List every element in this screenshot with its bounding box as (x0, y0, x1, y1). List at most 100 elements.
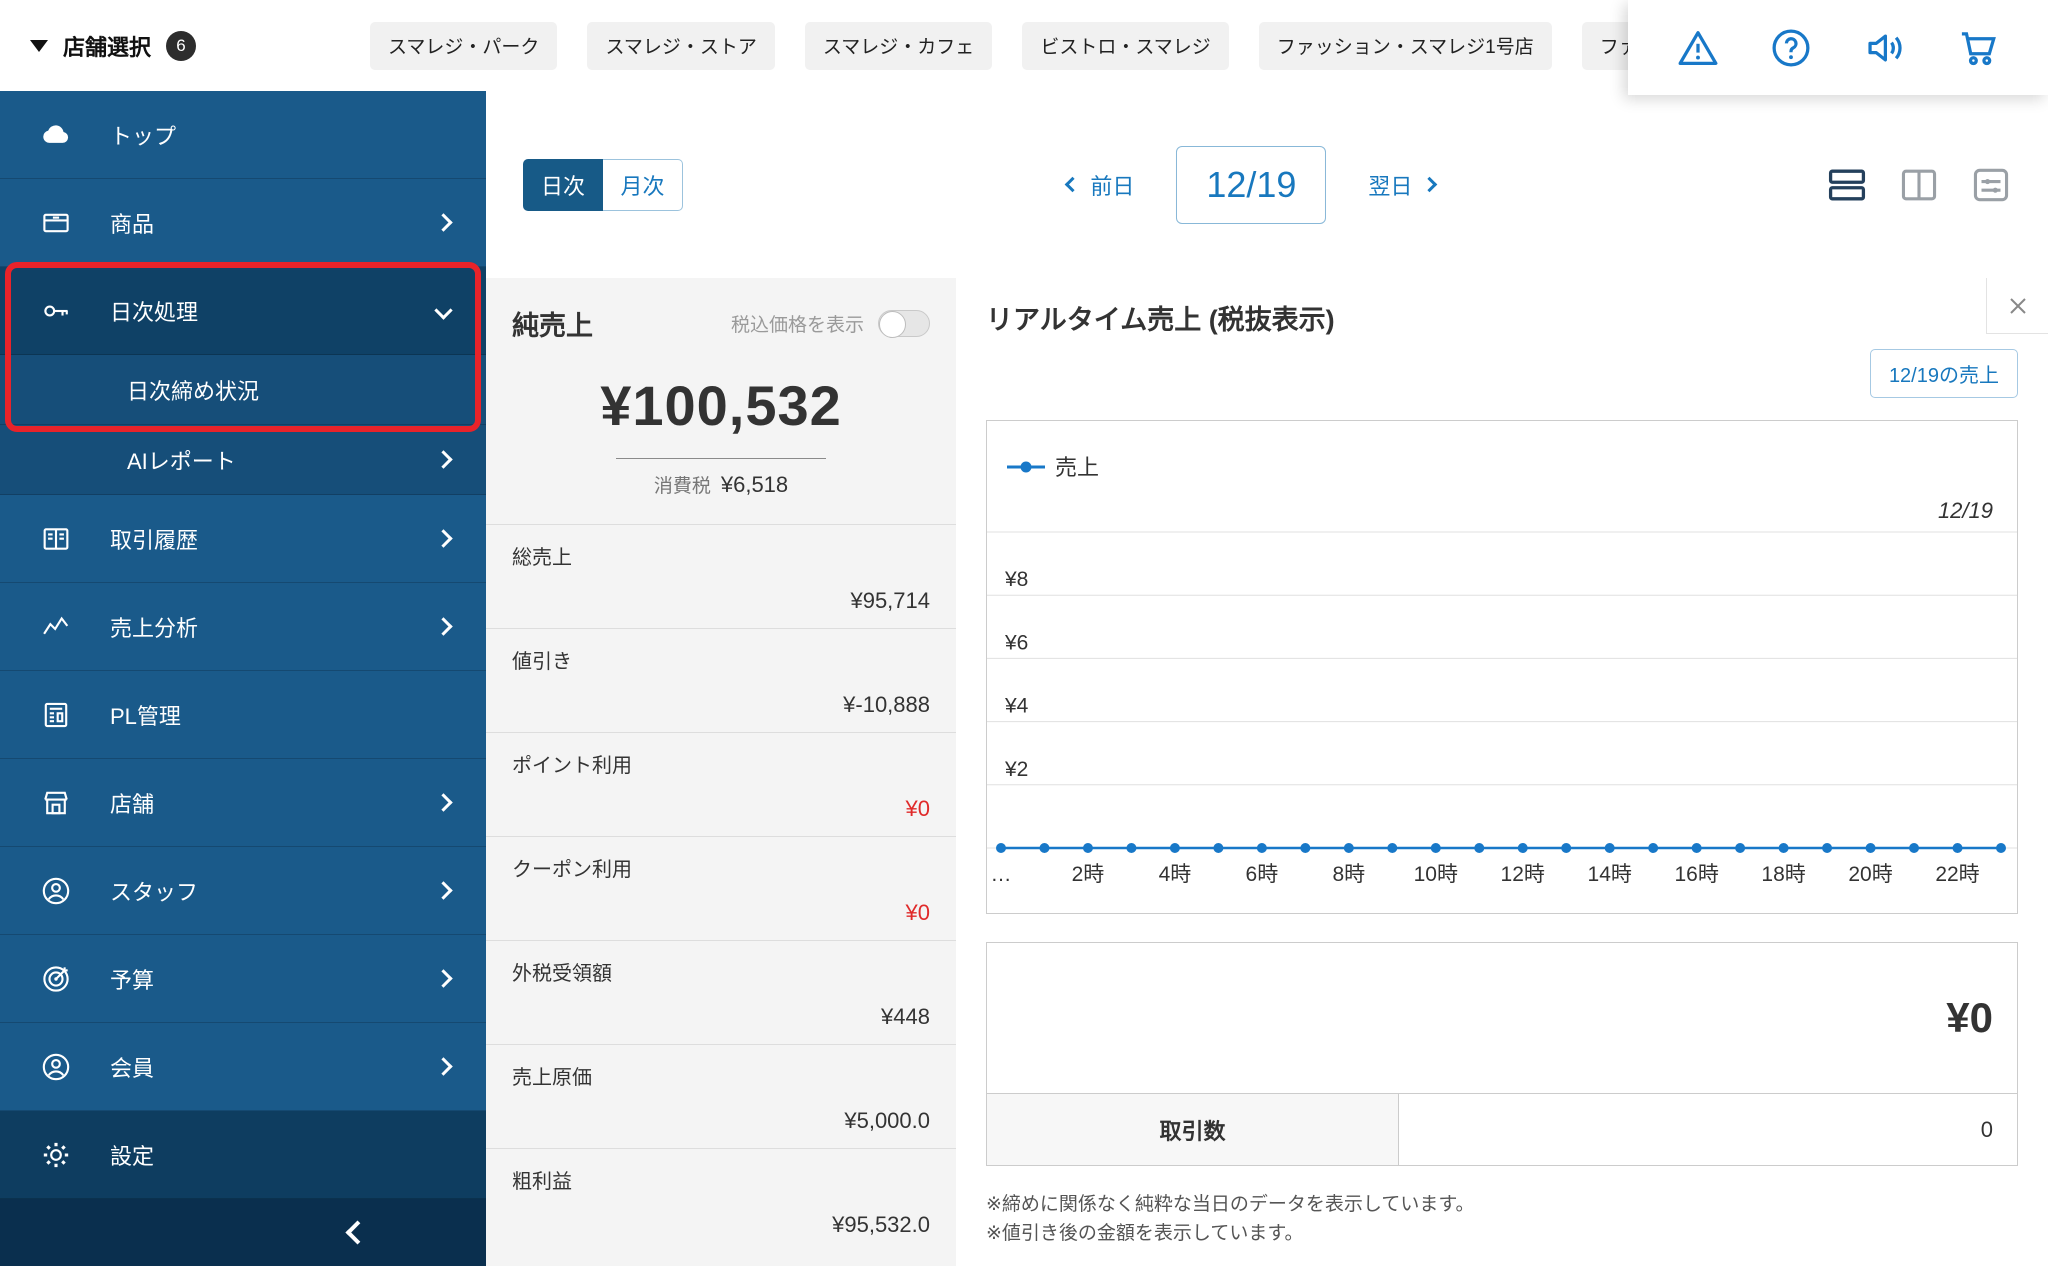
announcement-icon[interactable] (1862, 25, 1908, 71)
layout-rows-icon[interactable] (1826, 166, 1868, 204)
row-label: 売上原価 (512, 1067, 592, 1089)
period-segmented-control: 日次 月次 (523, 158, 683, 211)
chevron-right-icon (1422, 176, 1438, 193)
store-tab[interactable]: スマレジ・ストア (587, 21, 775, 70)
store-tab[interactable]: スマレジ・パーク (370, 21, 558, 70)
target-icon (36, 962, 76, 996)
svg-text:12/19: 12/19 (1938, 498, 1993, 523)
row-label: 総売上 (512, 547, 572, 569)
collapse-sidebar-button[interactable] (0, 1199, 486, 1266)
sidebar-item-ai-report[interactable]: AIレポート (0, 425, 486, 495)
next-day-button[interactable]: 翌日 (1368, 169, 1438, 201)
sidebar-item-label: PL管理 (110, 703, 181, 729)
svg-text:6時: 6時 (1246, 863, 1279, 886)
store-tab[interactable]: スマレジ・カフェ (804, 21, 993, 70)
dashboard-content: 純売上 税込価格を表示 ¥100,532 消費税 ¥6,518 総売上 ¥95,7… (486, 278, 2048, 1266)
person-icon (36, 874, 76, 908)
summary-row: ポイント利用 ¥0 (486, 732, 956, 836)
svg-text:¥4: ¥4 (1004, 695, 1029, 718)
chevron-right-icon (434, 1057, 453, 1076)
svg-text:¥6: ¥6 (1004, 631, 1028, 654)
sidebar-item-transaction-history[interactable]: 取引履歴 (0, 495, 486, 583)
daily-tab[interactable]: 日次 (523, 158, 603, 211)
cart-icon[interactable] (1955, 25, 2001, 71)
chevron-down-icon (434, 301, 453, 320)
chevron-left-icon (345, 1220, 370, 1245)
prev-day-button[interactable]: 前日 (1065, 169, 1134, 201)
sidebar-item-label: トップ (110, 123, 177, 149)
row-label: 粗利益 (512, 1171, 572, 1193)
sidebar-item-members[interactable]: 会員 (0, 1023, 486, 1111)
net-sales-amount: ¥100,532 (600, 374, 842, 437)
key-icon (36, 294, 76, 328)
help-icon[interactable] (1768, 25, 1814, 71)
cloud-icon (36, 118, 76, 152)
row-label: 外税受領額 (512, 963, 612, 985)
net-sales-header: 純売上 税込価格を表示 ¥100,532 消費税 ¥6,518 (486, 278, 956, 524)
ledger-icon (36, 522, 76, 556)
sidebar-item-sales-analysis[interactable]: 売上分析 (0, 583, 486, 671)
sidebar-item-top[interactable]: トップ (0, 91, 486, 179)
row-value: ¥5,000.0 (844, 1108, 930, 1133)
sidebar-item-store[interactable]: 店舗 (0, 759, 486, 847)
svg-text:10時: 10時 (1414, 863, 1458, 886)
row-label: 値引き (512, 651, 572, 673)
store-count-badge: 6 (166, 30, 197, 61)
main-content: 日次 月次 前日 12/19 翌日 純売上 税込価格を表示 ¥100,532 消… (486, 91, 2048, 1266)
summary-row: 粗利益 ¥95,532.0 (486, 1148, 956, 1252)
date-navigation: 前日 12/19 翌日 (1065, 145, 1438, 224)
sidebar-item-budget[interactable]: 予算 (0, 935, 486, 1023)
sidebar-item-label: スタッフ (110, 879, 199, 905)
svg-text:2時: 2時 (1072, 863, 1105, 886)
display-settings-icon[interactable] (1970, 166, 2012, 204)
footnote: ※値引き後の金額を表示しています。 (986, 1223, 1304, 1245)
sidebar-item-daily-processing[interactable]: 日次処理 (0, 267, 486, 355)
caret-down-icon (30, 39, 48, 52)
realtime-sales-title: リアルタイム売上 (税抜表示) (986, 305, 1335, 335)
alert-icon[interactable] (1675, 25, 1721, 71)
document-calc-icon (36, 698, 76, 732)
layout-columns-icon[interactable] (1898, 166, 1940, 204)
row-value: ¥95,532.0 (832, 1212, 930, 1237)
sidebar: トップ 商品 日次処理 日次締め状況 AIレポート 取引履歴 売上分析 PL管理… (0, 91, 486, 1266)
footnotes: ※締めに関係なく純粋な当日のデータを表示しています。 ※値引き後の金額を表示して… (986, 1190, 2018, 1249)
tax-toggle-label: 税込価格を表示 (730, 315, 864, 336)
consumption-tax-label: 消費税 (653, 476, 711, 497)
svg-text:8時: 8時 (1332, 863, 1365, 886)
transactions-count-label: 取引数 (987, 1094, 1399, 1165)
sidebar-item-label: 売上分析 (110, 615, 199, 641)
sidebar-item-staff[interactable]: スタッフ (0, 847, 486, 935)
sidebar-item-label: 日次締め状況 (127, 378, 260, 404)
store-tab[interactable]: ファッション・スマレジ1号店 (1258, 21, 1552, 70)
gear-icon (36, 1138, 76, 1172)
sidebar-item-label: 予算 (110, 967, 155, 993)
date-sales-button[interactable]: 12/19の売上 (1869, 349, 2018, 398)
tax-included-toggle[interactable] (878, 310, 930, 338)
chevron-right-icon (434, 450, 453, 469)
sidebar-item-pl-management[interactable]: PL管理 (0, 671, 486, 759)
store-tab[interactable]: ビストロ・スマレジ (1022, 21, 1229, 70)
svg-text:¥2: ¥2 (1004, 758, 1028, 781)
current-date-display[interactable]: 12/19 (1176, 145, 1327, 224)
sidebar-item-label: AIレポート (127, 448, 236, 474)
chevron-right-icon (434, 793, 453, 812)
sidebar-item-products[interactable]: 商品 (0, 179, 486, 267)
sidebar-item-daily-closing-status[interactable]: 日次締め状況 (0, 355, 486, 425)
row-label: ポイント利用 (512, 755, 632, 777)
svg-text:…: … (991, 863, 1012, 886)
sidebar-item-label: 店舗 (110, 791, 155, 817)
monthly-tab[interactable]: 月次 (603, 158, 683, 211)
close-icon[interactable] (1986, 278, 2048, 334)
summary-row: 外税受領額 ¥448 (486, 940, 956, 1044)
svg-text:20時: 20時 (1848, 863, 1892, 886)
summary-row: 総売上 ¥95,714 (486, 524, 956, 628)
chevron-left-icon (1065, 176, 1081, 193)
realtime-sales-chart: ¥8 ¥6 ¥4 ¥2 … 2時 4時 6時 8時 10時 12時 14時 16時 18時 20時 22時 売上… (986, 420, 2018, 914)
net-sales-title: 純売上 (512, 311, 593, 341)
row-value: ¥95,714 (850, 588, 930, 613)
transactions-box: ¥0 取引数 0 (986, 942, 2018, 1166)
sidebar-item-settings[interactable]: 設定 (0, 1111, 486, 1199)
sidebar-item-label: 会員 (110, 1055, 155, 1081)
consumption-tax-value: ¥6,518 (720, 472, 789, 497)
store-selector-dropdown[interactable]: 店舗選択 6 (0, 30, 370, 62)
